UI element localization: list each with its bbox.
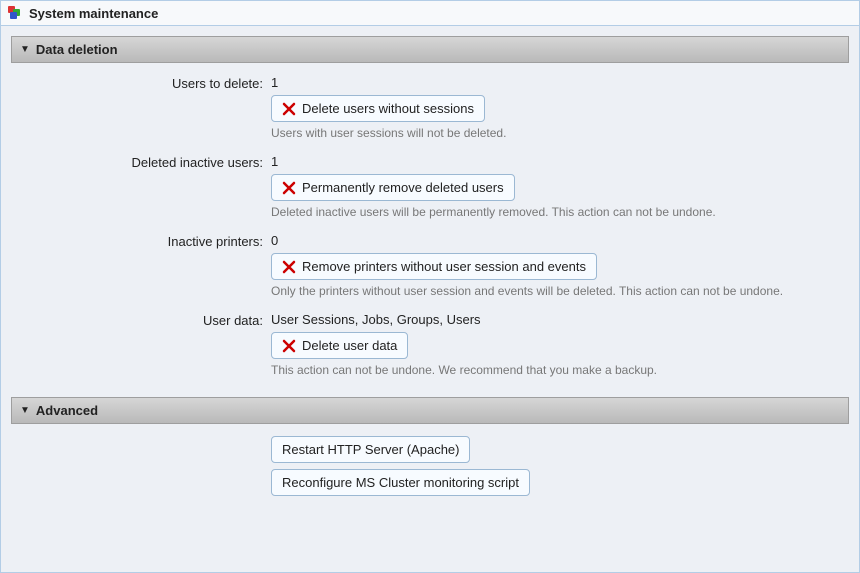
permanently-remove-deleted-users-label: Permanently remove deleted users bbox=[302, 180, 504, 195]
caret-down-icon: ▼ bbox=[20, 405, 30, 416]
delete-user-data-label: Delete user data bbox=[302, 338, 397, 353]
label-deleted-inactive-users: Deleted inactive users: bbox=[13, 154, 271, 170]
remove-printers-label: Remove printers without user session and… bbox=[302, 259, 586, 274]
x-icon bbox=[282, 339, 296, 353]
label-users-to-delete: Users to delete: bbox=[13, 75, 271, 91]
remove-printers-button[interactable]: Remove printers without user session and… bbox=[271, 253, 597, 280]
row-deleted-inactive-users: Deleted inactive users: 1 bbox=[13, 154, 847, 170]
delete-user-data-button[interactable]: Delete user data bbox=[271, 332, 408, 359]
section-body-advanced: Restart HTTP Server (Apache) Reconfigure… bbox=[11, 424, 849, 506]
label-inactive-printers: Inactive printers: bbox=[13, 233, 271, 249]
row-user-data-action: Delete user data This action can not be … bbox=[13, 332, 847, 377]
x-icon bbox=[282, 102, 296, 116]
hint-deleted-inactive-users: Deleted inactive users will be permanent… bbox=[271, 205, 847, 219]
row-restart-http: Restart HTTP Server (Apache) bbox=[13, 436, 847, 463]
row-deleted-inactive-users-action: Permanently remove deleted users Deleted… bbox=[13, 174, 847, 219]
value-deleted-inactive-users: 1 bbox=[271, 154, 847, 169]
delete-users-without-sessions-button[interactable]: Delete users without sessions bbox=[271, 95, 485, 122]
restart-http-server-label: Restart HTTP Server (Apache) bbox=[282, 442, 459, 457]
x-icon bbox=[282, 260, 296, 274]
section-advanced: ▼ Advanced Restart HTTP Server (Apache) bbox=[11, 397, 849, 506]
section-title-advanced: Advanced bbox=[36, 403, 98, 418]
row-inactive-printers-action: Remove printers without user session and… bbox=[13, 253, 847, 298]
section-header-advanced[interactable]: ▼ Advanced bbox=[11, 397, 849, 424]
hint-users-to-delete: Users with user sessions will not be del… bbox=[271, 126, 847, 140]
value-inactive-printers: 0 bbox=[271, 233, 847, 248]
hint-inactive-printers: Only the printers without user session a… bbox=[271, 284, 847, 298]
section-body-data-deletion: Users to delete: 1 Delete users without … bbox=[11, 63, 849, 387]
titlebar: System maintenance bbox=[1, 1, 859, 26]
permanently-remove-deleted-users-button[interactable]: Permanently remove deleted users bbox=[271, 174, 515, 201]
restart-http-server-button[interactable]: Restart HTTP Server (Apache) bbox=[271, 436, 470, 463]
label-user-data: User data: bbox=[13, 312, 271, 328]
section-header-data-deletion[interactable]: ▼ Data deletion bbox=[11, 36, 849, 63]
value-users-to-delete: 1 bbox=[271, 75, 847, 90]
x-icon bbox=[282, 181, 296, 195]
delete-users-without-sessions-label: Delete users without sessions bbox=[302, 101, 474, 116]
section-title-data-deletion: Data deletion bbox=[36, 42, 118, 57]
app-icon bbox=[7, 5, 23, 21]
reconfigure-cluster-button[interactable]: Reconfigure MS Cluster monitoring script bbox=[271, 469, 530, 496]
hint-user-data: This action can not be undone. We recomm… bbox=[271, 363, 847, 377]
row-reconfigure-cluster: Reconfigure MS Cluster monitoring script bbox=[13, 469, 847, 496]
row-user-data: User data: User Sessions, Jobs, Groups, … bbox=[13, 312, 847, 328]
row-inactive-printers: Inactive printers: 0 bbox=[13, 233, 847, 249]
window-title: System maintenance bbox=[29, 6, 158, 21]
row-users-to-delete-action: Delete users without sessions Users with… bbox=[13, 95, 847, 140]
content: ▼ Data deletion Users to delete: 1 bbox=[1, 26, 859, 526]
window: System maintenance ▼ Data deletion Users… bbox=[0, 0, 860, 573]
reconfigure-cluster-label: Reconfigure MS Cluster monitoring script bbox=[282, 475, 519, 490]
value-user-data: User Sessions, Jobs, Groups, Users bbox=[271, 312, 847, 327]
row-users-to-delete: Users to delete: 1 bbox=[13, 75, 847, 91]
section-data-deletion: ▼ Data deletion Users to delete: 1 bbox=[11, 36, 849, 387]
caret-down-icon: ▼ bbox=[20, 44, 30, 55]
